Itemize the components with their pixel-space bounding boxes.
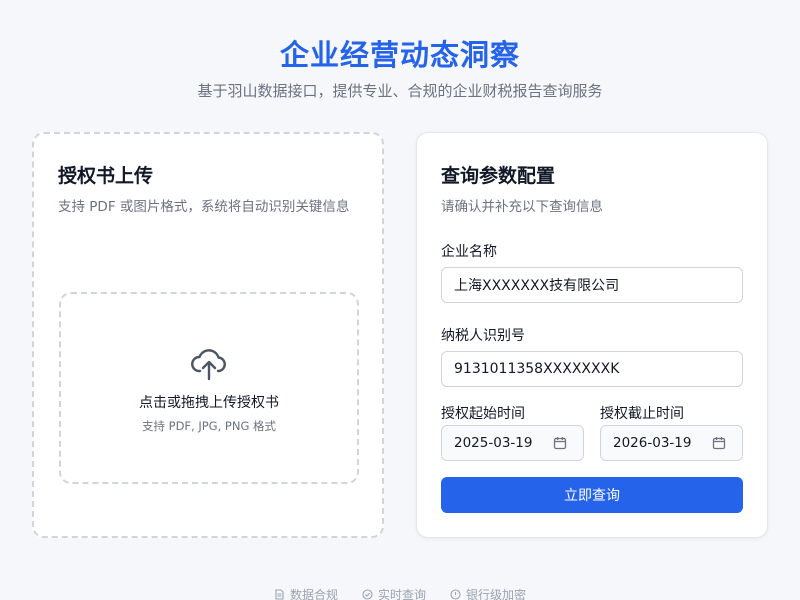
footer-item-encryption: 银行级加密 — [450, 586, 526, 600]
page-subtitle: 基于羽山数据接口，提供专业、合规的企业财税报告查询服务 — [197, 82, 603, 100]
upload-card: 授权书上传 支持 PDF 或图片格式，系统将自动识别关键信息 点击或拖拽上传授权… — [32, 132, 384, 538]
company-name-input[interactable] — [441, 267, 743, 303]
page: 企业经营动态洞察 基于羽山数据接口，提供专业、合规的企业财税报告查询服务 授权书… — [0, 0, 800, 600]
info-circle-icon — [450, 589, 461, 600]
upload-card-title: 授权书上传 — [58, 165, 154, 187]
calendar-icon — [712, 437, 726, 450]
start-date-value: 2025-03-19 — [454, 435, 533, 451]
calendar-icon — [553, 437, 567, 450]
query-card-description: 请确认并补充以下查询信息 — [441, 199, 603, 215]
footer-label: 银行级加密 — [466, 588, 527, 600]
query-card: 查询参数配置 请确认并补充以下查询信息 企业名称 纳税人识别号 授权起始时间 2… — [416, 132, 768, 538]
dropzone-hint: 支持 PDF, JPG, PNG 格式 — [141, 419, 277, 433]
upload-dropzone[interactable]: 点击或拖拽上传授权书 支持 PDF, JPG, PNG 格式 — [59, 292, 359, 484]
footer-item-realtime: 实时查询 — [362, 586, 426, 600]
dropzone-title: 点击或拖拽上传授权书 — [139, 395, 279, 411]
footer-item-compliance: 数据合规 — [274, 586, 338, 600]
end-date-label: 授权截止时间 — [600, 406, 684, 422]
footer: 数据合规 实时查询 银行级加密 — [0, 586, 800, 600]
start-date-picker[interactable]: 2025-03-19 — [441, 425, 584, 461]
page-title: 企业经营动态洞察 — [279, 38, 520, 72]
footer-label: 数据合规 — [289, 588, 338, 600]
tax-id-input[interactable] — [441, 351, 743, 387]
cloud-upload-icon — [191, 349, 226, 381]
upload-card-description: 支持 PDF 或图片格式，系统将自动识别关键信息 — [58, 199, 350, 215]
company-name-label: 企业名称 — [441, 244, 497, 260]
document-icon — [275, 589, 284, 600]
submit-query-button[interactable]: 立即查询 — [441, 477, 743, 513]
tax-id-label: 纳税人识别号 — [441, 328, 525, 344]
end-date-value: 2026-03-19 — [613, 435, 692, 451]
start-date-label: 授权起始时间 — [441, 406, 525, 422]
end-date-picker[interactable]: 2026-03-19 — [600, 425, 743, 461]
check-circle-icon — [362, 589, 373, 600]
footer-label: 实时查询 — [377, 588, 426, 600]
query-card-title: 查询参数配置 — [441, 165, 556, 187]
